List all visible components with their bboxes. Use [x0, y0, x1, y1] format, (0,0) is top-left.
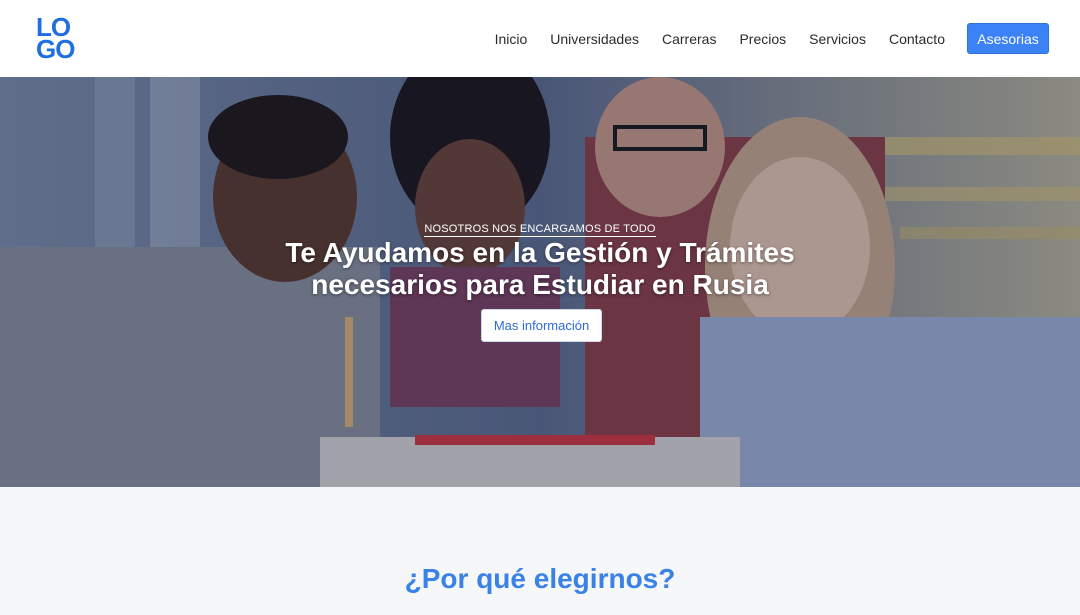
hero-title-line-1: Te Ayudamos en la Gestión y Trámites [285, 237, 795, 268]
hero-kicker-text: NOSOTROS NOS ENCARGAMOS DE TODO [424, 223, 656, 237]
nav-link-universidades[interactable]: Universidades [550, 31, 639, 47]
logo-line-2: GO [36, 34, 75, 64]
nav-link-precios[interactable]: Precios [739, 31, 786, 47]
hero-kicker: NOSOTROS NOS ENCARGAMOS DE TODO [0, 223, 1080, 237]
nav-link-carreras[interactable]: Carreras [662, 31, 716, 47]
why-choose-us-heading: ¿Por qué elegirnos? [404, 563, 676, 594]
asesorias-button[interactable]: Asesorias [967, 23, 1049, 54]
mas-informacion-button[interactable]: Mas información [481, 309, 602, 342]
hero-title-line-2: necesarios para Estudiar en Rusia [311, 269, 769, 300]
hero-section: NOSOTROS NOS ENCARGAMOS DE TODO Te Ayuda… [0, 77, 1080, 487]
logo[interactable]: LO GO [36, 14, 82, 64]
nav-link-servicios[interactable]: Servicios [809, 31, 866, 47]
nav-link-contacto[interactable]: Contacto [889, 31, 945, 47]
hero-title: Te Ayudamos en la Gestión y Trámites nec… [0, 237, 1080, 301]
nav-link-inicio[interactable]: Inicio [495, 31, 528, 47]
nav-menu: Inicio Universidades Carreras Precios Se… [472, 0, 945, 77]
navbar: LO GO Inicio Universidades Carreras Prec… [0, 0, 1080, 77]
